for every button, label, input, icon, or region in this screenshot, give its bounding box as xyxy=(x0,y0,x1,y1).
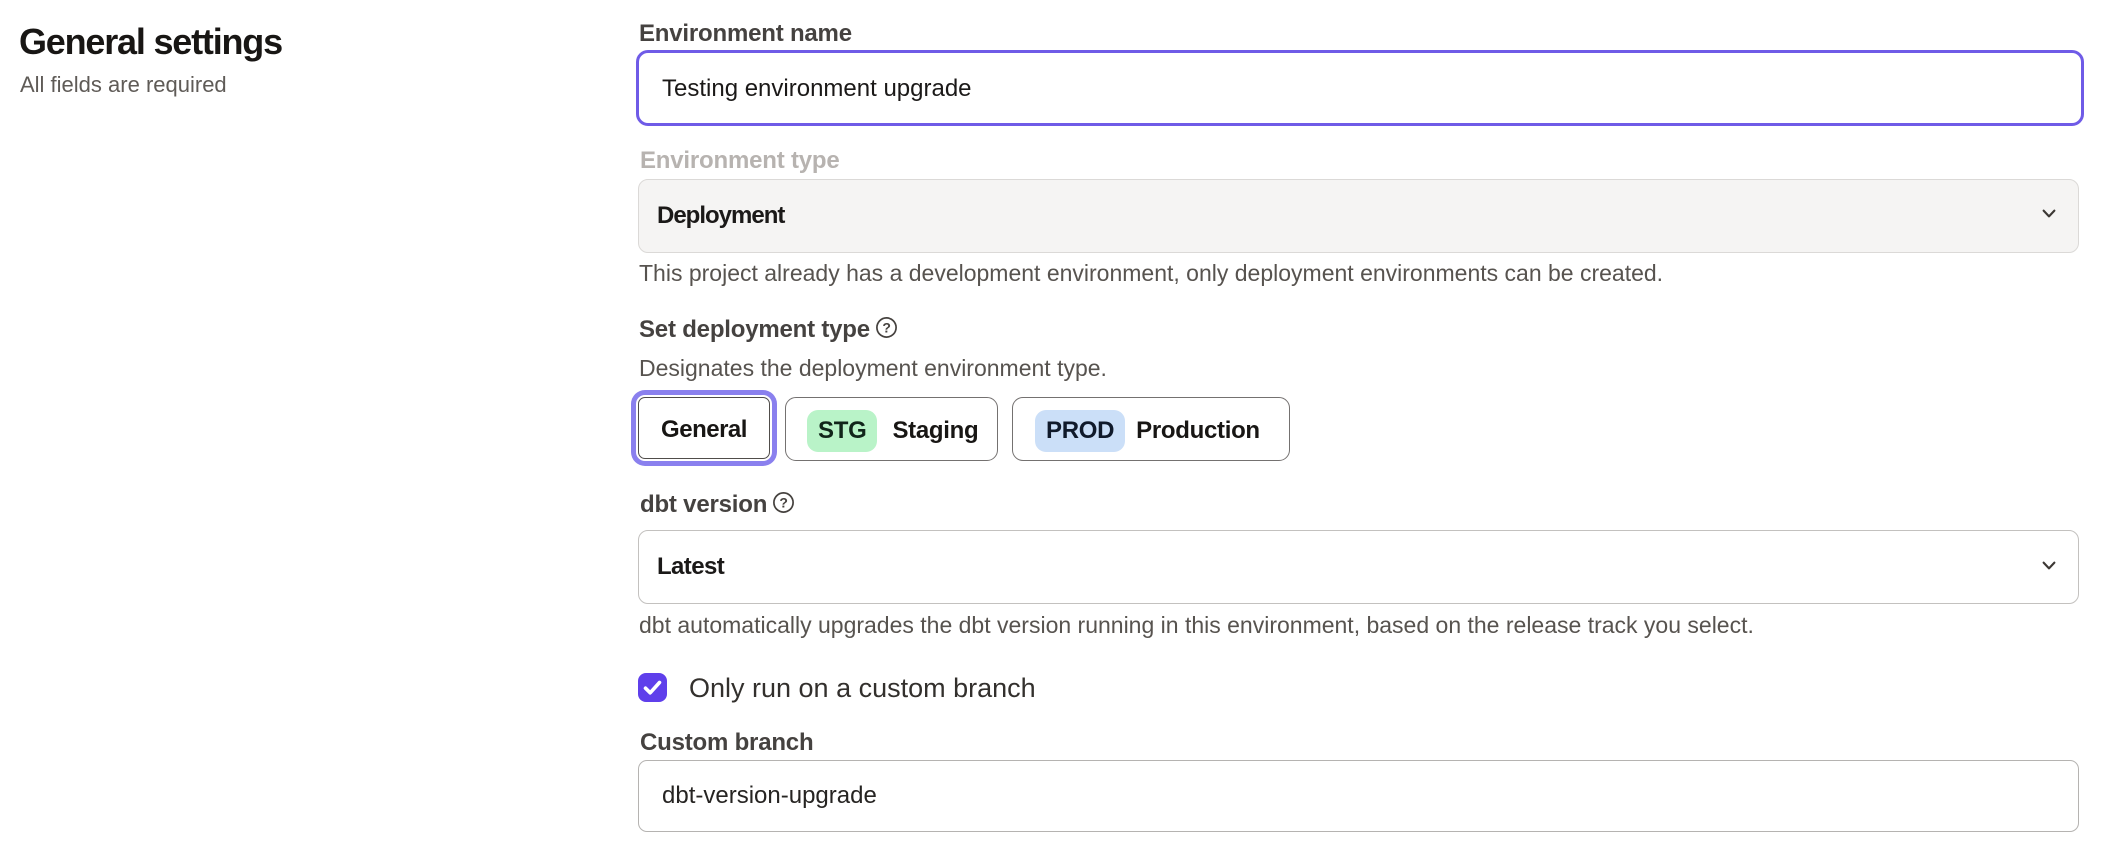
svg-text:?: ? xyxy=(882,320,890,336)
svg-text:?: ? xyxy=(779,495,787,511)
